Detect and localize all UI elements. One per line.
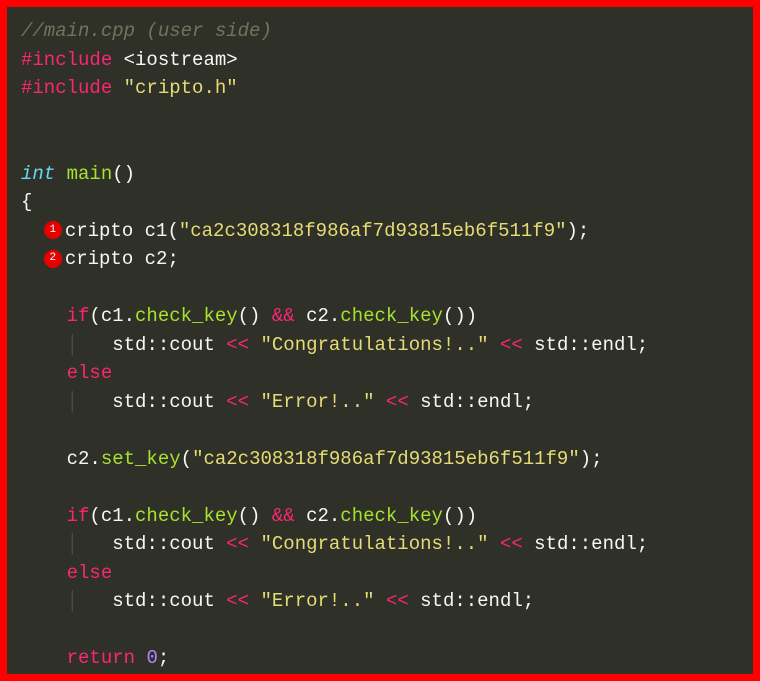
code-line: 1cripto c1("ca2c308318f986af7d93815eb6f5… xyxy=(21,217,739,246)
num-zero: 0 xyxy=(146,647,157,669)
annotation-badge-2: 2 xyxy=(44,250,62,268)
type-cripto: cripto xyxy=(65,220,133,242)
string-error: "Error!.." xyxy=(260,590,374,612)
parens: () xyxy=(112,163,135,185)
code-line: if(c1.check_key() && c2.check_key()) xyxy=(21,302,739,331)
kw-if: if xyxy=(67,305,90,327)
op-stream: << xyxy=(226,533,249,555)
blank-line xyxy=(21,416,739,445)
op-and: && xyxy=(272,505,295,527)
code-line: { xyxy=(21,188,739,217)
annotation-badge-1: 1 xyxy=(44,221,62,239)
semi: ); xyxy=(567,220,590,242)
code-editor: //main.cpp (user side) #include <iostrea… xyxy=(7,7,753,674)
code-line: │ std::cout << "Error!.." << std::endl; xyxy=(21,388,739,417)
preproc-include: #include xyxy=(21,49,124,71)
kw-if: if xyxy=(67,505,90,527)
code-line: │ std::cout << "Congratulations!.." << s… xyxy=(21,331,739,360)
op-stream: << xyxy=(500,533,523,555)
code-line: return 0; xyxy=(21,644,739,673)
brace-open: { xyxy=(21,191,32,213)
blank-line xyxy=(21,473,739,502)
code-line: c2.set_key("ca2c308318f986af7d93815eb6f5… xyxy=(21,445,739,474)
indent-guide: │ xyxy=(67,334,113,356)
indent-guide: │ xyxy=(67,533,113,555)
string-key: "ca2c308318f986af7d93815eb6f511f9" xyxy=(192,448,580,470)
var-c1: c1( xyxy=(133,220,179,242)
op-stream: << xyxy=(226,590,249,612)
fn-check-key: check_key xyxy=(340,505,443,527)
type-cripto: cripto xyxy=(65,248,133,270)
code-line: if(c1.check_key() && c2.check_key()) xyxy=(21,502,739,531)
kw-else: else xyxy=(67,562,113,584)
code-line: //main.cpp (user side) xyxy=(21,17,739,46)
blank-line xyxy=(21,131,739,160)
type-int: int xyxy=(21,163,55,185)
preproc-include: #include xyxy=(21,77,124,99)
indent-guide: │ xyxy=(67,590,113,612)
code-line: } xyxy=(21,673,739,675)
op-and: && xyxy=(272,305,295,327)
include-lib: <iostream> xyxy=(124,49,238,71)
op-stream: << xyxy=(500,334,523,356)
fn-check-key: check_key xyxy=(135,505,238,527)
string-congrats: "Congratulations!.." xyxy=(260,533,488,555)
fn-check-key: check_key xyxy=(135,305,238,327)
string-congrats: "Congratulations!.." xyxy=(260,334,488,356)
kw-else: else xyxy=(67,362,113,384)
comment: //main.cpp (user side) xyxy=(21,20,272,42)
code-line: else xyxy=(21,559,739,588)
blank-line xyxy=(21,103,739,132)
var-c2: c2; xyxy=(133,248,179,270)
code-line: int main() xyxy=(21,160,739,189)
code-line: #include <iostream> xyxy=(21,46,739,75)
blank-line xyxy=(21,274,739,303)
string-error: "Error!.." xyxy=(260,391,374,413)
string-key: "ca2c308318f986af7d93815eb6f511f9" xyxy=(179,220,567,242)
fn-set-key: set_key xyxy=(101,448,181,470)
code-line: #include "cripto.h" xyxy=(21,74,739,103)
indent-guide: │ xyxy=(67,391,113,413)
op-stream: << xyxy=(226,334,249,356)
code-line: else xyxy=(21,359,739,388)
blank-line xyxy=(21,616,739,645)
op-stream: << xyxy=(386,391,409,413)
fn-main: main xyxy=(55,163,112,185)
fn-check-key: check_key xyxy=(340,305,443,327)
include-header: "cripto.h" xyxy=(124,77,238,99)
op-stream: << xyxy=(226,391,249,413)
op-stream: << xyxy=(386,590,409,612)
code-line: │ std::cout << "Error!.." << std::endl; xyxy=(21,587,739,616)
code-line: 2cripto c2; xyxy=(21,245,739,274)
kw-return: return xyxy=(67,647,135,669)
code-line: │ std::cout << "Congratulations!.." << s… xyxy=(21,530,739,559)
